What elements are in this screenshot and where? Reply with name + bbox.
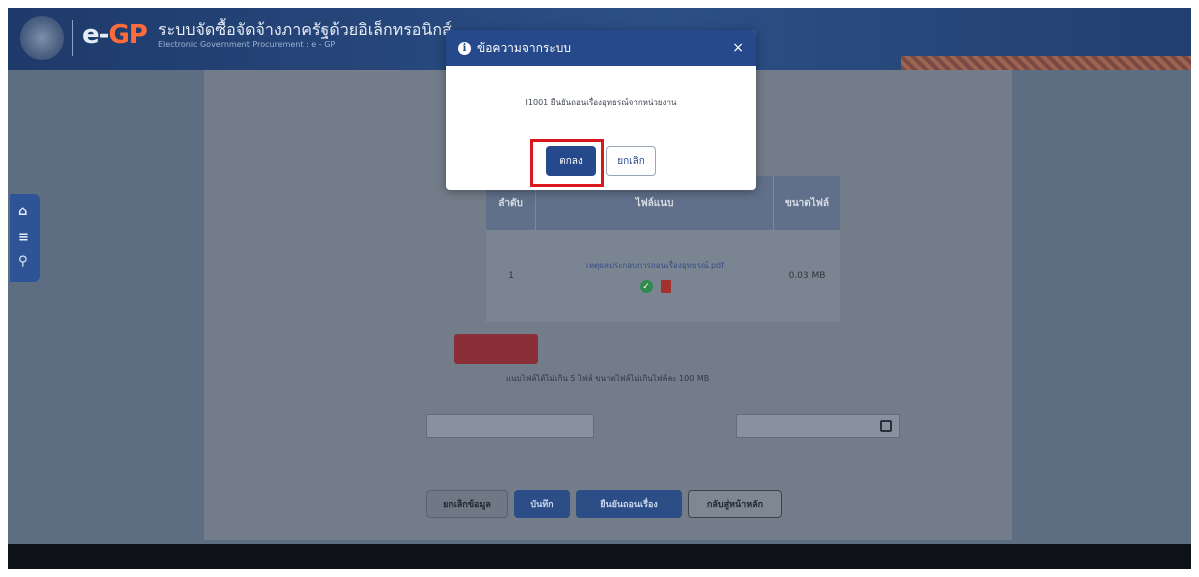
column-header-size: ขนาดไฟล์ [784, 197, 830, 209]
dialog-message: I1001 ยืนยันถอนเรื่องอุทธรณ์จากหน่วยงาน [525, 98, 677, 107]
back-home-button[interactable]: กลับสู่หน้าหลัก [688, 490, 782, 518]
calendar-icon[interactable] [880, 420, 892, 432]
file-link[interactable]: เหตุผลประกอบการถอนเรื่องอุทธรณ์.pdf [586, 259, 724, 272]
row-no: 1 [508, 271, 514, 281]
check-icon[interactable]: ✓ [639, 280, 653, 293]
table-row: 1 เหตุผลประกอบการถอนเรื่องอุทธรณ์.pdf ✓ … [486, 230, 840, 322]
row-actions: ✓ [639, 280, 671, 293]
header-divider [72, 20, 73, 56]
highlight-box [530, 139, 604, 187]
site-subtitle: Electronic Government Procurement : e - … [158, 40, 336, 49]
action-buttons: ยกเลิกข้อมูล บันทึก ยืนยันถอนเรื่อง กลับ… [426, 490, 782, 518]
attach-file-button[interactable] [454, 334, 538, 364]
dialog-header: i ข้อความจากระบบ × [446, 30, 756, 66]
cancel-data-button[interactable]: ยกเลิกข้อมูล [426, 490, 508, 518]
home-icon[interactable]: ⌂ [18, 204, 27, 219]
close-icon[interactable]: × [732, 40, 744, 56]
search-icon[interactable]: ⚲ [18, 254, 28, 269]
receiver-field[interactable] [426, 414, 594, 438]
egp-logo: e-GP [82, 20, 148, 50]
file-size: 0.03 MB [788, 271, 826, 281]
dialog-title: ข้อความจากระบบ [477, 40, 571, 55]
attach-limit-note: แนบไฟล์ได้ไม่เกิน 5 ไฟล์ ขนาดไฟล์ไม่เกิน… [506, 374, 710, 383]
menu-icon[interactable]: ≡ [18, 230, 29, 245]
floating-sidenav: ⌂ ≡ ⚲ [10, 194, 40, 282]
info-icon: i [458, 41, 471, 55]
save-button[interactable]: บันทึก [514, 490, 570, 518]
trash-icon[interactable] [660, 280, 671, 293]
attachment-table: ลำดับ ไฟล์แนบ ขนาดไฟล์ 1 เหตุผลประกอบการ… [486, 176, 840, 322]
header-stripe [901, 56, 1191, 70]
file-cell: เหตุผลประกอบการถอนเรื่องอุทธรณ์.pdf ✓ [536, 230, 774, 322]
confirm-withdraw-button[interactable]: ยืนยันถอนเรื่อง [576, 490, 682, 518]
dialog-cancel-button[interactable]: ยกเลิก [606, 146, 656, 176]
receive-date-field[interactable] [736, 414, 900, 438]
footer-bar [8, 544, 1191, 569]
government-seal-logo [20, 16, 64, 60]
